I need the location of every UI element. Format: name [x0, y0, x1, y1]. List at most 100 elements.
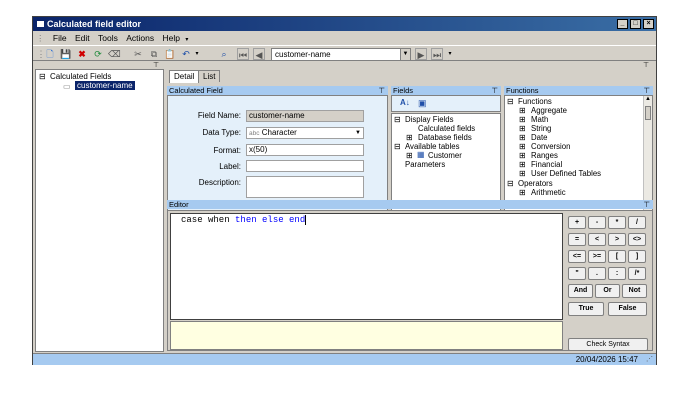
functions-item-conversion[interactable]: Conversion [531, 142, 570, 151]
refresh-icon[interactable]: ⟳ [92, 48, 104, 60]
functions-item-operators[interactable]: Operators [518, 179, 553, 188]
undo-dropdown-icon[interactable]: ▾ [191, 48, 203, 60]
maximize-button[interactable]: □ [630, 19, 641, 29]
key-less-than[interactable]: < [588, 233, 606, 246]
copy-icon[interactable]: ⧉ [148, 48, 160, 60]
pin-icon[interactable]: ⊤ [378, 86, 385, 95]
tree-expand-icon[interactable]: ⊞ [519, 142, 526, 151]
key-open-bracket[interactable]: [ [608, 250, 626, 263]
tree-collapse-icon[interactable]: ⊟ [394, 115, 401, 124]
key-true[interactable]: True [568, 302, 604, 316]
data-type-select[interactable]: abc Character ▼ [246, 127, 364, 139]
tree-expand-icon[interactable]: ⊞ [519, 169, 526, 178]
fields-item-customer[interactable]: Customer [428, 151, 462, 160]
functions-item-user-defined-tables[interactable]: User Defined Tables [531, 169, 601, 178]
tree-expand-icon[interactable]: ⊞ [519, 124, 526, 133]
label-input[interactable] [246, 160, 364, 172]
pin-icon[interactable]: ⊤ [491, 86, 498, 95]
menu-help[interactable]: Help [159, 32, 182, 45]
key-or[interactable]: Or [595, 284, 620, 298]
format-input[interactable]: x(50) [246, 144, 364, 156]
new-icon[interactable]: 🗋 [44, 48, 56, 60]
tree-item-customer-name[interactable]: customer-name [75, 81, 135, 90]
functions-item-ranges[interactable]: Ranges [531, 151, 558, 160]
key-not-equal[interactable]: <> [628, 233, 646, 246]
key-and[interactable]: And [568, 284, 593, 298]
key-close-bracket[interactable]: ] [628, 250, 646, 263]
cut-icon[interactable]: ✂ [132, 48, 144, 60]
field-properties-icon[interactable]: ▣ [418, 98, 427, 109]
eraser-icon[interactable]: ⌫ [108, 48, 121, 60]
functions-item-functions[interactable]: Functions [518, 97, 552, 106]
tree-collapse-icon[interactable]: ⊟ [507, 179, 514, 188]
close-button[interactable]: × [643, 19, 654, 29]
tree-expand-icon[interactable]: ⊞ [406, 133, 413, 142]
tree-expand-icon[interactable]: ⊞ [519, 151, 526, 160]
tree-expand-icon[interactable]: ⊞ [519, 160, 526, 169]
functions-item-date[interactable]: Date [531, 133, 547, 142]
functions-item-arithmetic[interactable]: Arithmetic [531, 188, 566, 195]
functions-scrollbar[interactable]: ▲ ▼ [643, 96, 652, 212]
key-plus[interactable]: + [568, 216, 586, 229]
description-input[interactable] [246, 176, 364, 198]
pin-icon[interactable]: ⊤ [643, 200, 650, 209]
sort-az-icon[interactable]: A↓ [400, 98, 410, 107]
fields-item-calculated-fields[interactable]: Calculated fields [418, 124, 475, 133]
tree-collapse-icon[interactable]: ⊟ [394, 142, 401, 151]
key-greater-equal[interactable]: >= [588, 250, 606, 263]
fields-item-display-fields[interactable]: Display Fields [405, 115, 454, 124]
tree-collapse-icon[interactable]: ⊟ [507, 97, 514, 106]
functions-item-aggregate[interactable]: Aggregate [531, 106, 567, 115]
functions-item-financial[interactable]: Financial [531, 160, 562, 169]
first-record-icon[interactable]: ⏮ [237, 48, 249, 60]
chevron-down-icon[interactable]: ▼ [355, 128, 361, 138]
next-record-icon[interactable]: ▶ [415, 48, 427, 60]
key-dot[interactable]: . [588, 267, 606, 280]
minimize-button[interactable]: _ [617, 19, 628, 29]
key-minus[interactable]: - [588, 216, 606, 229]
fields-item-parameters[interactable]: Parameters [405, 160, 445, 169]
paste-icon[interactable]: 📋 [164, 48, 176, 60]
key-divide[interactable]: / [628, 216, 646, 229]
functions-item-string[interactable]: String [531, 124, 551, 133]
key-not[interactable]: Not [622, 284, 647, 298]
tree-expand-icon[interactable]: ⊞ [519, 188, 526, 197]
key-multiply[interactable]: * [608, 216, 626, 229]
check-syntax-button[interactable]: Check Syntax [568, 338, 648, 351]
tree-expand-icon[interactable]: ⊞ [519, 106, 526, 115]
menu-edit[interactable]: Edit [72, 32, 93, 45]
pin-icon[interactable]: ⊤ [643, 86, 650, 95]
key-colon[interactable]: : [608, 267, 626, 280]
resize-grip-icon[interactable]: ⋰ [646, 354, 653, 366]
save-icon[interactable]: 💾 [60, 48, 72, 60]
pin-icon[interactable]: ⊤ [643, 61, 649, 69]
last-record-icon[interactable]: ⏭ [431, 48, 443, 60]
delete-icon[interactable]: ✖ [76, 48, 88, 60]
fields-item-available-tables[interactable]: Available tables [405, 142, 459, 151]
key-less-equal[interactable]: <= [568, 250, 586, 263]
tree-expand-icon[interactable]: ⊞ [519, 133, 526, 142]
key-equals[interactable]: = [568, 233, 586, 246]
tree-collapse-icon[interactable]: ⊟ [39, 72, 46, 81]
menu-file[interactable]: File [50, 32, 70, 45]
chevron-down-icon[interactable]: ▼ [400, 49, 410, 60]
previous-record-icon[interactable]: ◀ [253, 48, 265, 60]
key-quote[interactable]: " [568, 267, 586, 280]
pin-icon[interactable]: ⊤ [153, 61, 159, 69]
toolbar-overflow-icon[interactable]: ▾ [444, 48, 456, 60]
key-comment[interactable]: /* [628, 267, 646, 280]
scroll-thumb[interactable] [645, 106, 651, 120]
key-greater-than[interactable]: > [608, 233, 626, 246]
find-icon[interactable]: ⌕ [218, 48, 230, 60]
tree-expand-icon[interactable]: ⊞ [406, 151, 413, 160]
fields-item-database-fields[interactable]: Database fields [418, 133, 472, 142]
menu-actions[interactable]: Actions [123, 32, 157, 45]
scroll-up-icon[interactable]: ▲ [645, 96, 651, 102]
tree-expand-icon[interactable]: ⊞ [519, 115, 526, 124]
key-false[interactable]: False [608, 302, 647, 316]
tab-list[interactable]: List [198, 70, 221, 82]
menu-overflow-icon[interactable]: ▾ [185, 37, 188, 43]
tab-detail[interactable]: Detail [169, 70, 200, 83]
menu-tools[interactable]: Tools [95, 32, 121, 45]
field-selector[interactable]: customer-name ▼ [271, 48, 411, 61]
